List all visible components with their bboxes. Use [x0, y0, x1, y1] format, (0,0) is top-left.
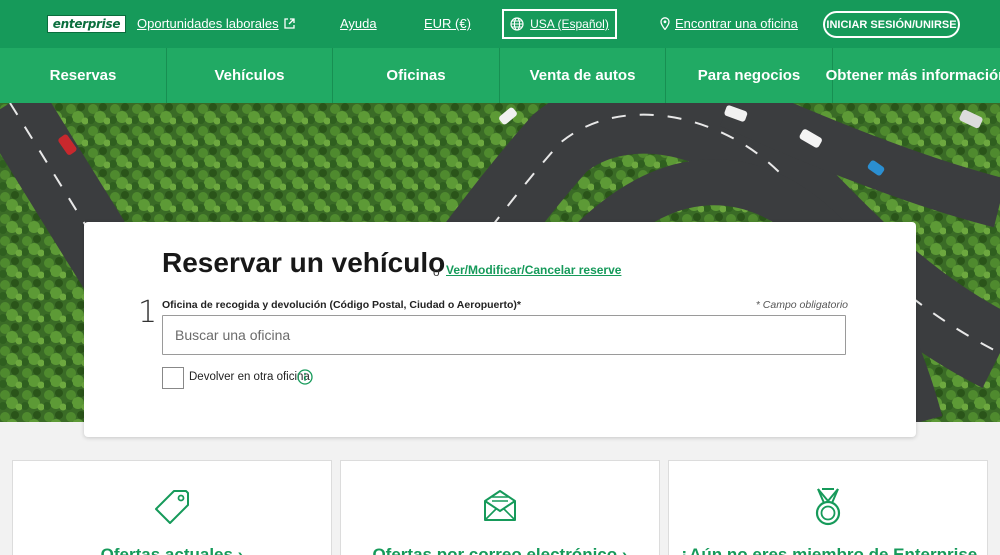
feature-title: ¿Aún no eres miembro de Enterprise — [678, 545, 978, 555]
nav-item-negocios[interactable]: Para negocios — [666, 48, 833, 103]
nav-item-oficinas[interactable]: Oficinas — [333, 48, 500, 103]
main-nav: Reservas Vehículos Oficinas Venta de aut… — [0, 48, 1000, 103]
booking-title: Reservar un vehículo — [162, 247, 446, 278]
info-icon[interactable] — [297, 369, 313, 385]
locale-selector[interactable]: USA (Español) — [502, 9, 617, 39]
booking-card: Reservar un vehículo o Ver/Modificar/Can… — [84, 222, 916, 437]
careers-link[interactable]: Oportunidades laborales — [137, 16, 295, 31]
location-pin-icon — [660, 17, 670, 30]
return-different-office-checkbox[interactable] — [162, 367, 184, 389]
signin-button[interactable]: INICIAR SESIÓN/UNIRSE — [823, 11, 960, 38]
nav-item-venta-autos[interactable]: Venta de autos — [500, 48, 666, 103]
locale-label: USA (Español) — [530, 17, 609, 31]
feature-title: Ofertas por correo electrónico › — [372, 545, 628, 555]
tag-icon — [155, 490, 189, 524]
feature-card-correo[interactable]: Ofertas por correo electrónico › — [340, 460, 660, 555]
nav-item-mas-informacion[interactable]: Obtener más información — [826, 48, 1000, 103]
feature-card-ofertas[interactable]: Ofertas actuales › — [12, 460, 332, 555]
feature-title: Ofertas actuales › — [100, 545, 244, 555]
external-link-icon — [284, 18, 295, 29]
required-field-note: * Campo obligatorio — [755, 299, 848, 311]
currency-link[interactable]: EUR (€) — [424, 16, 471, 31]
nav-item-reservas[interactable]: Reservas — [0, 48, 167, 103]
help-link[interactable]: Ayuda — [340, 16, 377, 31]
step-number: 1 — [138, 295, 158, 330]
medal-icon — [815, 488, 841, 526]
enterprise-logo[interactable]: enterprise — [47, 15, 126, 33]
top-utility-bar: enterprise Oportunidades laborales Ayuda… — [0, 0, 1000, 48]
find-office-link[interactable]: Encontrar una oficina — [660, 16, 798, 31]
feature-card-miembro[interactable]: ¿Aún no eres miembro de Enterprise — [668, 460, 988, 555]
envelope-icon — [484, 490, 516, 521]
pickup-field-label: Oficina de recogida y devolución (Código… — [162, 299, 521, 311]
modify-reservation-link[interactable]: Ver/Modificar/Cancelar reserve — [446, 263, 621, 277]
return-different-office-label: Devolver en otra oficina — [189, 371, 310, 383]
office-search-input[interactable] — [162, 315, 846, 355]
nav-item-vehiculos[interactable]: Vehículos — [167, 48, 333, 103]
or-text: o — [433, 265, 440, 279]
globe-icon — [510, 17, 524, 31]
